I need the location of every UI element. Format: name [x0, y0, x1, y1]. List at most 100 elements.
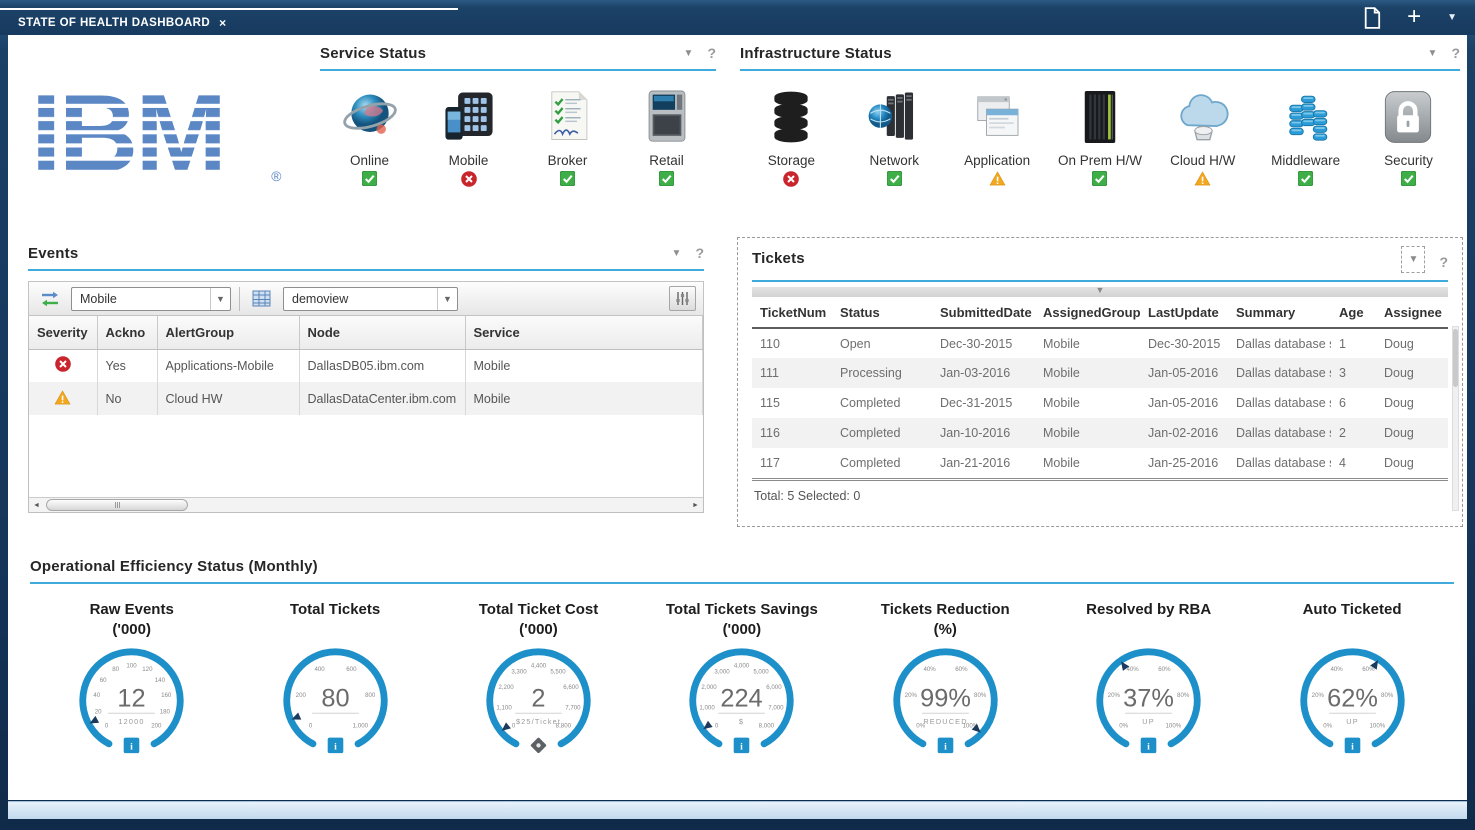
status-error-icon	[783, 171, 799, 187]
scrollbar-thumb[interactable]	[46, 499, 188, 511]
status-item-mobile[interactable]: Mobile	[423, 85, 515, 187]
panel-rule	[30, 582, 1454, 584]
svg-text:200: 200	[295, 692, 306, 699]
cell-ackno: Yes	[97, 349, 157, 382]
status-item-middleware[interactable]: Middleware	[1260, 85, 1352, 187]
cell-ackno: No	[97, 382, 157, 415]
switch-view-icon[interactable]	[36, 286, 63, 311]
events-row[interactable]: No Cloud HW DallasDataCenter.ibm.com Mob…	[29, 382, 703, 415]
panel-menu-chevron-icon[interactable]: ▼	[684, 48, 694, 59]
svg-text:0: 0	[105, 722, 109, 729]
tickets-col-summary[interactable]: Summary	[1228, 297, 1331, 328]
events-row[interactable]: Yes Applications-Mobile DallasDB05.ibm.c…	[29, 349, 703, 382]
panel-menu-chevron-icon[interactable]: ▼	[1428, 48, 1438, 59]
scroll-left-icon[interactable]: ◄	[29, 498, 44, 512]
mobile-devices-icon	[440, 85, 498, 149]
svg-text:1,100: 1,100	[496, 704, 512, 711]
add-icon[interactable]: +	[1407, 5, 1421, 29]
panel-menu-chevron-icon[interactable]: ▼	[672, 248, 682, 259]
status-item-retail[interactable]: Retail	[621, 85, 713, 187]
tickets-col-assignedgroup[interactable]: AssignedGroup	[1035, 297, 1140, 328]
help-icon[interactable]: ?	[695, 245, 704, 261]
tab-state-of-health[interactable]: STATE OF HEALTH DASHBOARD ×	[0, 8, 458, 35]
status-warning-icon	[989, 171, 1006, 186]
tab-close-icon[interactable]: ×	[219, 16, 226, 30]
filter-settings-icon[interactable]	[669, 286, 696, 311]
svg-text:0%: 0%	[1119, 722, 1128, 729]
status-label: Application	[964, 153, 1030, 168]
svg-text:80%: 80%	[1381, 692, 1394, 699]
events-col-node[interactable]: Node	[299, 316, 465, 349]
svg-text:7,000: 7,000	[769, 704, 785, 711]
vertical-scrollbar[interactable]	[1452, 326, 1459, 511]
service-status-title: Service Status	[320, 45, 426, 62]
events-filter-select[interactable]: Mobile ▼	[71, 287, 231, 311]
column-resize-strip[interactable]: ▼	[752, 287, 1448, 297]
status-ok-icon	[887, 171, 902, 186]
scroll-right-icon[interactable]: ►	[688, 498, 703, 512]
events-col-ackno[interactable]: Ackno	[97, 316, 157, 349]
scrollbar-thumb[interactable]	[1453, 329, 1458, 387]
panel-menu-chevron-icon[interactable]: ▼	[1401, 246, 1425, 273]
svg-text:6,600: 6,600	[563, 684, 579, 691]
chevron-down-icon[interactable]: ▼	[1447, 12, 1457, 23]
events-col-service[interactable]: Service	[465, 316, 703, 349]
gauge-raw-events: Raw Events('000) 02040608010012014016018…	[30, 600, 233, 761]
status-item-storage[interactable]: Storage	[745, 85, 837, 187]
bottom-status-bar	[8, 801, 1467, 819]
svg-text:200: 200	[151, 722, 162, 729]
tickets-row[interactable]: 110OpenDec-30-2015MobileDec-30-2015Dalla…	[752, 328, 1448, 358]
svg-text:3,300: 3,300	[511, 668, 527, 675]
status-item-online[interactable]: Online	[324, 85, 416, 187]
tickets-row[interactable]: 115CompletedDec-31-2015MobileJan-05-2016…	[752, 388, 1448, 418]
events-view-value: demoview	[292, 292, 348, 306]
gauge-dial: 02004006008001,00080i	[277, 642, 394, 761]
tickets-col-submitteddate[interactable]: SubmittedDate	[932, 297, 1035, 328]
events-col-severity[interactable]: Severity	[29, 316, 97, 349]
svg-text:®: ®	[271, 169, 281, 184]
svg-text:UP: UP	[1346, 717, 1358, 726]
tickets-col-lastupdate[interactable]: LastUpdate	[1140, 297, 1228, 328]
gauge-info-icon[interactable]: i	[124, 738, 140, 754]
gauge-info-icon[interactable]: i	[734, 738, 750, 754]
status-item-security[interactable]: Security	[1362, 85, 1454, 187]
svg-text:62%: 62%	[1327, 684, 1378, 712]
events-toolbar: Mobile ▼ demoview ▼	[28, 281, 704, 316]
status-item-network[interactable]: Network	[848, 85, 940, 187]
panel-rule	[752, 280, 1448, 282]
tickets-col-status[interactable]: Status	[832, 297, 932, 328]
help-icon[interactable]: ?	[1451, 45, 1460, 61]
tickets-col-age[interactable]: Age	[1331, 297, 1376, 328]
gauge-auto-ticketed: Auto Ticketed 0%20%40%60%80%100%62%UPi	[1250, 600, 1453, 761]
events-view-select[interactable]: demoview ▼	[283, 287, 458, 311]
status-warning-icon	[1194, 171, 1211, 186]
tickets-row[interactable]: 111ProcessingJan-03-2016MobileJan-05-201…	[752, 358, 1448, 388]
status-item-cloud-h-w[interactable]: Cloud H/W	[1157, 85, 1249, 187]
svg-text:i: i	[130, 741, 133, 752]
svg-text:100: 100	[127, 662, 138, 669]
events-panel: Events ▼ ? Mobile ▼	[28, 245, 704, 525]
status-item-broker[interactable]: Broker	[522, 85, 614, 187]
tickets-row[interactable]: 116CompletedJan-10-2016MobileJan-02-2016…	[752, 418, 1448, 448]
status-item-application[interactable]: Application	[951, 85, 1043, 187]
status-item-on-prem-h-w[interactable]: On Prem H/W	[1054, 85, 1146, 187]
gauge-diamond-icon[interactable]	[530, 737, 547, 754]
tab-bar: STATE OF HEALTH DASHBOARD × + ▼	[0, 0, 1475, 35]
grid-view-icon[interactable]	[248, 286, 275, 311]
gauge-info-icon[interactable]: i	[327, 738, 343, 754]
svg-text:$25/Ticket: $25/Ticket	[516, 717, 561, 726]
gauge-info-icon[interactable]: i	[1344, 738, 1360, 754]
gauge-info-icon[interactable]: i	[1141, 738, 1157, 754]
help-icon[interactable]: ?	[1439, 254, 1448, 270]
gauge-info-icon[interactable]: i	[937, 738, 953, 754]
tickets-col-assignee[interactable]: Assignee	[1376, 297, 1448, 328]
new-page-icon[interactable]	[1363, 7, 1381, 29]
horizontal-scrollbar[interactable]: ◄ ►	[29, 497, 703, 512]
help-icon[interactable]: ?	[707, 45, 716, 61]
events-col-alertgroup[interactable]: AlertGroup	[157, 316, 299, 349]
tickets-row[interactable]: 117CompletedJan-21-2016MobileJan-25-2016…	[752, 448, 1448, 478]
checklist-icon	[541, 85, 595, 149]
svg-text:400: 400	[314, 666, 325, 673]
tickets-col-ticketnum[interactable]: TicketNum	[752, 297, 832, 328]
cell-service: Mobile	[465, 382, 703, 415]
